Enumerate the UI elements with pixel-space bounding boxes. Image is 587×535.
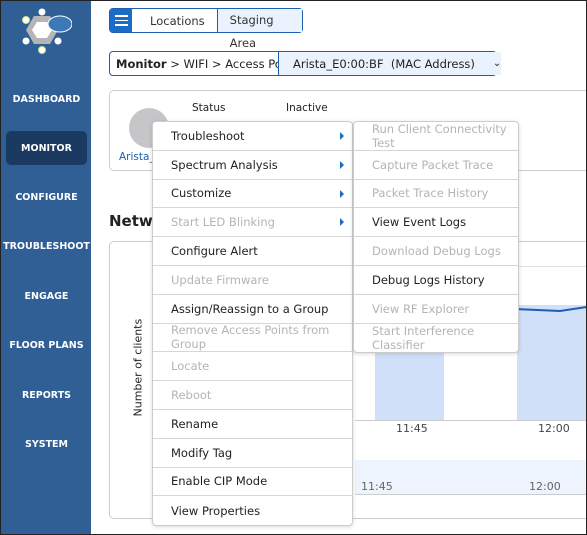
sidebar-item-system[interactable]: SYSTEM (6, 427, 87, 461)
menu-item-label: Enable CIP Mode (171, 474, 268, 489)
menu-item-view-properties[interactable]: View Properties (153, 496, 352, 525)
chart-bar (517, 305, 587, 420)
menu-item-start-led-blinking: Start LED Blinking (153, 208, 352, 238)
menu-item-run-client-connectivity-test: Run Client Connectivity Test (354, 122, 518, 151)
caret-right-icon (340, 218, 344, 227)
menu-item-download-debug-logs: Download Debug Logs (354, 237, 518, 266)
chevron-down-icon: ⌄ (492, 58, 502, 69)
menu-item-label: View RF Explorer (372, 301, 470, 316)
menu-item-debug-logs-history[interactable]: Debug Logs History (354, 266, 518, 295)
menu-item-label: Packet Trace History (372, 186, 489, 201)
menu-item-reboot: Reboot (153, 381, 352, 410)
menu-item-label: View Event Logs (372, 215, 467, 230)
menu-item-capture-packet-trace: Capture Packet Trace (354, 151, 518, 180)
status-label: Status (192, 102, 226, 114)
menu-item-label: View Properties (171, 503, 261, 518)
sidebar-item-engage[interactable]: ENGAGE (6, 279, 87, 313)
device-name: Arista_E0:00:BF (MAC Address) (293, 56, 475, 71)
device-selector[interactable]: Arista_E0:00:BF (MAC Address) ⌄ (278, 52, 502, 75)
menu-item-label: Reboot (171, 388, 212, 403)
sidebar-item-reports[interactable]: REPORTS (6, 378, 87, 412)
menu-item-remove-access-points-from-group: Remove Access Points from Group (153, 323, 352, 353)
menu-item-enable-cip-mode[interactable]: Enable CIP Mode (153, 468, 352, 497)
sidebar-item-monitor[interactable]: MONITOR (6, 131, 87, 165)
menu-item-spectrum-analysis[interactable]: Spectrum Analysis (153, 151, 352, 180)
location-breadcrumb: Locations Staging Area (109, 8, 303, 50)
menu-item-label: Troubleshoot (171, 128, 245, 143)
path-breadcrumb: Monitor > WIFI > Access Points Arista_E0… (109, 51, 502, 76)
crumb-locations[interactable]: Locations (132, 14, 217, 28)
nav-tick-label: 12:00 (529, 480, 561, 493)
menu-item-label: Download Debug Logs (372, 244, 501, 259)
context-menu: Troubleshoot Spectrum Analysis Customize St… (152, 121, 353, 527)
hamburger-menu-icon[interactable] (110, 9, 132, 32)
menu-item-label: Locate (171, 359, 210, 374)
menu-item-assign-reassign-to-a-group[interactable]: Assign/Reassign to a Group (153, 295, 352, 324)
menu-item-label: Rename (171, 416, 219, 431)
logo-icon (22, 8, 72, 54)
menu-item-label: Start Interference Classifier (372, 323, 475, 352)
menu-item-packet-trace-history: Packet Trace History (354, 180, 518, 209)
menu-item-label: Remove Access Points from Group (171, 323, 330, 352)
menu-item-modify-tag[interactable]: Modify Tag (153, 439, 352, 468)
menu-item-update-firmware: Update Firmware (153, 266, 352, 295)
sidebar-item-troubleshoot[interactable]: TROUBLESHOOT (3, 229, 90, 263)
menu-item-label: Spectrum Analysis (171, 157, 278, 172)
caret-right-icon (340, 160, 344, 169)
menu-item-label: Capture Packet Trace (372, 157, 494, 172)
crumb-staging-area[interactable]: Staging Area (216, 9, 302, 50)
menu-item-configure-alert[interactable]: Configure Alert (153, 237, 352, 266)
menu-item-view-rf-explorer: View RF Explorer (354, 295, 518, 324)
menu-item-label: Assign/Reassign to a Group (171, 301, 329, 316)
status-value: Inactive (286, 102, 328, 114)
menu-item-start-interference-classifier: Start Interference Classifier (354, 324, 518, 353)
sidebar-item-floor-plans[interactable]: FLOOR PLANS (6, 328, 87, 362)
troubleshoot-submenu: Run Client Connectivity Test Capture Pack… (353, 121, 519, 354)
caret-right-icon (340, 132, 344, 140)
y-axis-label: Number of clients (131, 318, 145, 417)
menu-item-label: Debug Logs History (372, 272, 485, 287)
menu-item-label: Customize (171, 186, 232, 201)
menu-item-label: Run Client Connectivity Test (372, 121, 507, 150)
menu-item-troubleshoot[interactable]: Troubleshoot (153, 122, 352, 151)
sidebar-item-dashboard[interactable]: DASHBOARD (6, 82, 87, 116)
caret-right-icon (340, 189, 344, 198)
menu-item-label: Modify Tag (171, 445, 233, 460)
menu-item-locate: Locate (153, 352, 352, 382)
path-monitor[interactable]: Monitor (116, 57, 167, 71)
x-tick-label: 11:45 (396, 422, 428, 435)
menu-item-customize[interactable]: Customize (153, 180, 352, 209)
range-navigator[interactable]: 11:45 12:00 (355, 460, 587, 495)
menu-item-rename[interactable]: Rename (153, 410, 352, 439)
menu-item-label: Configure Alert (171, 244, 258, 259)
menu-item-label: Start LED Blinking (171, 215, 275, 230)
menu-item-view-event-logs[interactable]: View Event Logs (354, 208, 518, 238)
x-tick-label: 12:00 (538, 422, 570, 435)
nav-tick-label: 11:45 (361, 480, 393, 493)
sidebar-item-configure[interactable]: CONFIGURE (6, 180, 87, 214)
sidebar: DASHBOARD MONITOR CONFIGURE TROUBLESHOOT… (0, 0, 91, 535)
menu-item-label: Update Firmware (171, 272, 270, 287)
